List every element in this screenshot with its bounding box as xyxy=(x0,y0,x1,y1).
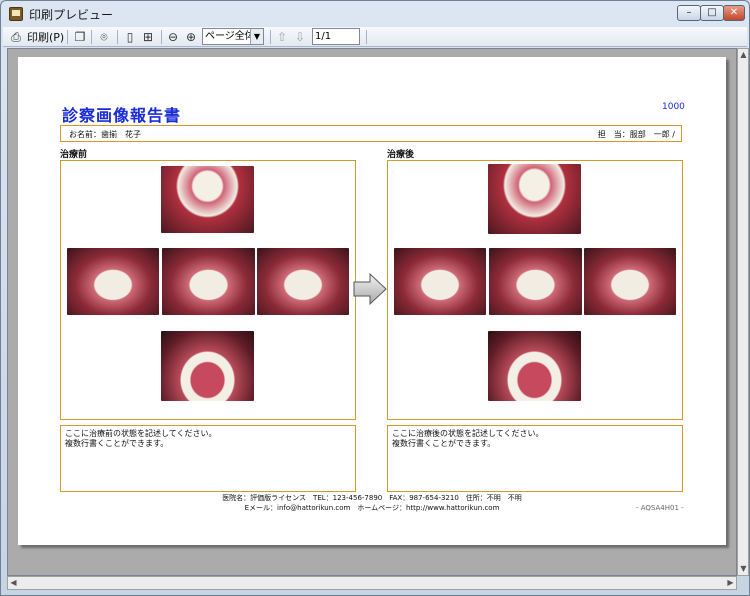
before-photo-front xyxy=(162,248,255,315)
window-title: 印刷プレビュー xyxy=(29,8,114,22)
toolbar-separator xyxy=(91,30,92,44)
multi-page-button[interactable]: ⊞ xyxy=(141,29,155,45)
before-label: 治療前 xyxy=(60,150,88,160)
before-photo-upper xyxy=(161,166,254,233)
next-page-button[interactable]: ⇩ xyxy=(293,29,307,45)
toolbar-separator xyxy=(67,30,68,44)
zoom-select-value: ページ全体 xyxy=(205,31,255,42)
scroll-down-icon[interactable]: ▼ xyxy=(738,563,749,575)
preview-viewport[interactable]: 診察画像報告書 1000 お名前：歯揃 花子 担 当：服部 一郎 / 治療前 治… xyxy=(7,48,737,576)
zoom-select[interactable]: ページ全体 ▼ xyxy=(202,28,264,45)
contact-info: Eメール：info@hattorikun.com ホームページ：http://w… xyxy=(244,504,500,512)
zoom-in-icon: ⊕ xyxy=(185,30,197,44)
binoculars-icon: ⌾ xyxy=(100,30,108,44)
after-photo-lower xyxy=(488,331,581,401)
toolbar-separator xyxy=(366,30,367,44)
chevron-down-icon[interactable]: ▼ xyxy=(250,29,263,44)
scroll-right-icon[interactable]: ▶ xyxy=(725,577,736,589)
toolbar-separator xyxy=(161,30,162,44)
minimize-button[interactable]: – xyxy=(677,5,701,21)
previous-page-button[interactable]: ⇧ xyxy=(275,29,289,45)
report-page: 診察画像報告書 1000 お名前：歯揃 花子 担 当：服部 一郎 / 治療前 治… xyxy=(18,57,726,545)
toolbar-separator xyxy=(117,30,118,44)
staff-name: 担 当：服部 一郎 / xyxy=(597,130,675,139)
patient-name: お名前：歯揃 花子 xyxy=(69,130,141,139)
single-page-icon: ▯ xyxy=(126,30,134,44)
multi-page-icon: ⊞ xyxy=(142,30,154,44)
print-label: 印刷(P) xyxy=(27,31,65,44)
toolbar-separator xyxy=(270,30,271,44)
app-icon xyxy=(9,7,23,21)
toolbar: ⎙ 印刷(P) ❐ ⌾ ▯ ⊞ ⊖ ⊕ ページ全体 ▼ ⇧ ⇩ 1/1 xyxy=(3,27,747,47)
find-button[interactable]: ⌾ xyxy=(97,29,111,45)
maximize-button[interactable]: □ xyxy=(700,5,724,21)
before-note: ここに治療前の状態を記述してください。 複数行書くことができます。 xyxy=(60,425,356,492)
arrow-up-icon: ⇧ xyxy=(276,30,288,44)
print-preview-window: 印刷プレビュー – □ ✕ ⎙ 印刷(P) ❐ ⌾ ▯ ⊞ ⊖ ⊕ ページ全体 … xyxy=(0,0,750,596)
zoom-out-icon: ⊖ xyxy=(167,30,179,44)
after-note: ここに治療後の状態を記述してください。 複数行書くことができます。 xyxy=(387,425,683,492)
after-photo-front xyxy=(489,248,582,315)
after-photo-left xyxy=(584,248,676,315)
arrow-right-icon xyxy=(353,272,387,306)
before-photo-lower xyxy=(161,331,254,401)
arrow-down-icon: ⇩ xyxy=(294,30,306,44)
vertical-scrollbar[interactable]: ▲ ▼ xyxy=(737,48,749,576)
after-photo-upper xyxy=(488,164,581,234)
copy-button[interactable]: ❐ xyxy=(73,29,87,45)
after-photo-right xyxy=(394,248,486,315)
after-label: 治療後 xyxy=(387,150,415,160)
page-number-field[interactable]: 1/1 xyxy=(312,28,360,45)
zoom-out-button[interactable]: ⊖ xyxy=(166,29,180,45)
print-button[interactable]: ⎙ 印刷(P) xyxy=(9,29,64,45)
title-bar: 印刷プレビュー – □ ✕ xyxy=(1,1,749,27)
copy-icon: ❐ xyxy=(74,30,86,44)
before-photo-panel xyxy=(60,160,356,420)
scroll-left-icon[interactable]: ◀ xyxy=(8,577,19,589)
after-photo-panel xyxy=(387,160,683,420)
form-code: - AQSA4H01 - xyxy=(636,504,684,512)
close-button[interactable]: ✕ xyxy=(723,5,745,21)
patient-info-bar: お名前：歯揃 花子 担 当：服部 一郎 / xyxy=(60,125,682,142)
report-title: 診察画像報告書 xyxy=(62,106,182,125)
clinic-info: 医院名：評価版ライセンス TEL：123-456-7890 FAX：987-65… xyxy=(222,494,522,502)
single-page-button[interactable]: ▯ xyxy=(123,29,137,45)
before-photo-left xyxy=(257,248,349,315)
report-number: 1000 xyxy=(662,102,685,112)
zoom-in-button[interactable]: ⊕ xyxy=(184,29,198,45)
horizontal-scrollbar[interactable]: ◀ ▶ xyxy=(7,576,737,590)
scroll-up-icon[interactable]: ▲ xyxy=(738,49,749,61)
before-photo-right xyxy=(67,248,159,315)
printer-icon: ⎙ xyxy=(11,30,21,44)
